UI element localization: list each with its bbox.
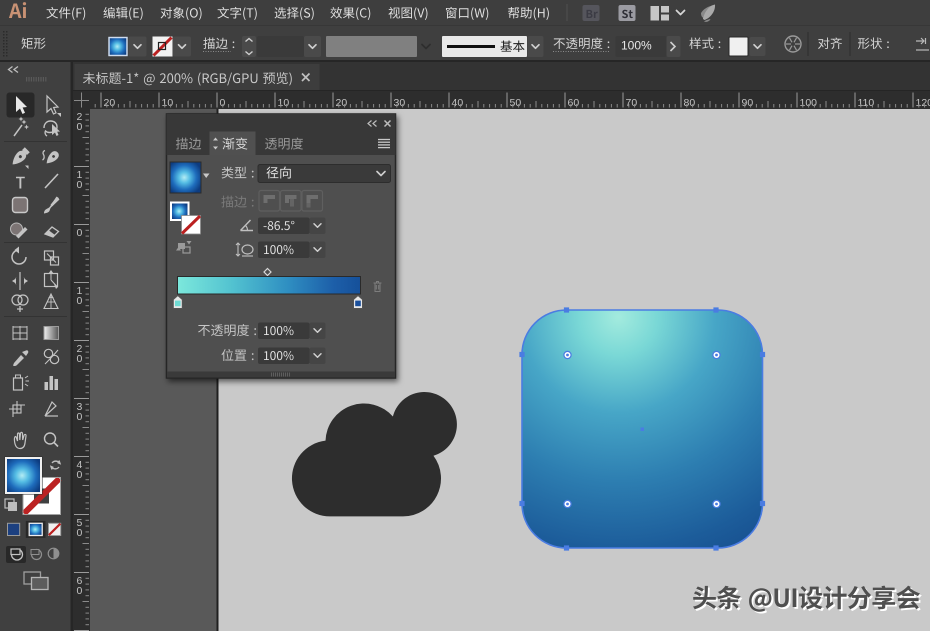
- svg-text:90: 90: [742, 97, 754, 109]
- svg-text:40: 40: [452, 97, 464, 109]
- svg-text:0: 0: [77, 353, 83, 365]
- svg-text:50: 50: [510, 97, 522, 109]
- svg-text:0: 0: [77, 295, 83, 307]
- svg-text:80: 80: [684, 97, 696, 109]
- svg-text:0: 0: [77, 227, 83, 239]
- svg-text:0: 0: [77, 527, 83, 539]
- svg-text:110: 110: [858, 97, 875, 109]
- svg-text:10: 10: [162, 97, 174, 109]
- svg-text:60: 60: [568, 97, 580, 109]
- svg-text:20: 20: [336, 97, 348, 109]
- svg-text:120: 120: [916, 97, 930, 109]
- svg-text:0: 0: [77, 121, 83, 133]
- svg-text:0: 0: [77, 411, 83, 423]
- svg-text:10: 10: [278, 97, 290, 109]
- svg-text:20: 20: [104, 97, 116, 109]
- svg-text:70: 70: [626, 97, 638, 109]
- svg-text:0: 0: [77, 469, 83, 481]
- svg-text:100%: 100%: [621, 39, 652, 53]
- svg-text:0: 0: [77, 585, 83, 597]
- svg-text:30: 30: [394, 97, 406, 109]
- svg-text:0: 0: [77, 179, 83, 191]
